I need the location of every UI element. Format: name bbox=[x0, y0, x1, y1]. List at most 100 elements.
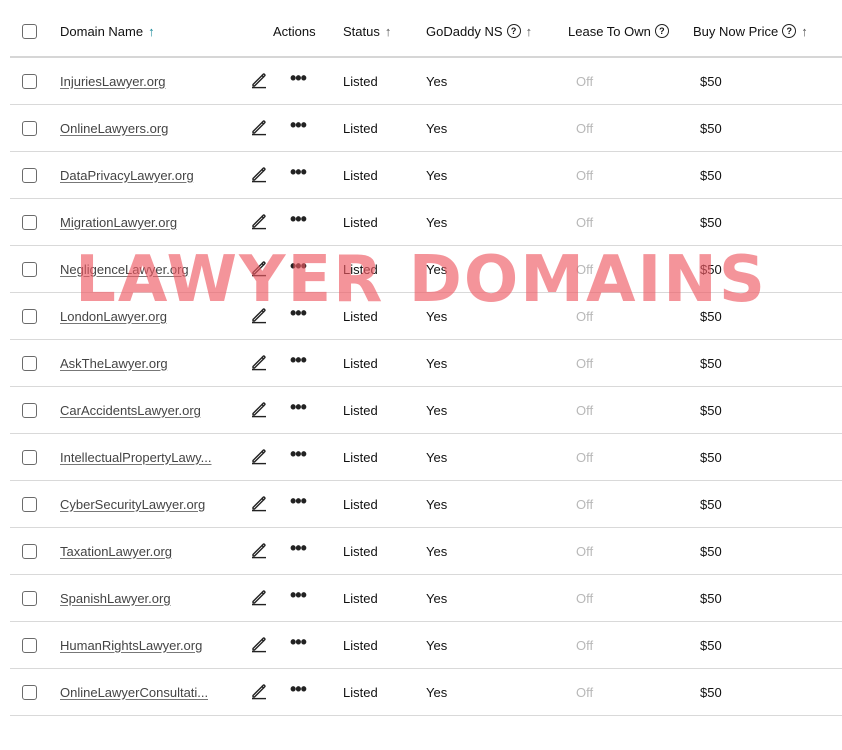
sort-arrow-icon[interactable]: ↑ bbox=[385, 24, 392, 39]
more-actions-icon[interactable]: ••• bbox=[290, 445, 307, 463]
godaddy-ns-cell: Yes bbox=[426, 575, 447, 621]
edit-cell bbox=[250, 340, 268, 386]
row-checkbox-cell bbox=[22, 340, 37, 386]
row-checkbox[interactable] bbox=[22, 73, 37, 89]
status-cell: Listed bbox=[343, 340, 378, 386]
row-checkbox[interactable] bbox=[22, 449, 37, 465]
lease-cell: Off bbox=[568, 340, 593, 386]
pencil-edit-icon[interactable] bbox=[250, 541, 268, 562]
col-status[interactable]: Status ↑ bbox=[343, 0, 391, 56]
row-checkbox[interactable] bbox=[22, 120, 37, 136]
more-cell: ••• bbox=[290, 481, 307, 527]
row-checkbox[interactable] bbox=[22, 590, 37, 606]
domain-cell: HumanRightsLawyer.org bbox=[60, 622, 202, 668]
row-checkbox[interactable] bbox=[22, 684, 37, 700]
pencil-edit-icon[interactable] bbox=[250, 494, 268, 515]
row-checkbox[interactable] bbox=[22, 637, 37, 653]
domain-link[interactable]: HumanRightsLawyer.org bbox=[60, 638, 202, 653]
select-all-checkbox[interactable] bbox=[22, 23, 37, 39]
pencil-edit-icon[interactable] bbox=[250, 682, 268, 703]
status-value: Listed bbox=[343, 449, 378, 465]
domain-link[interactable]: CarAccidentsLawyer.org bbox=[60, 403, 201, 418]
domain-link[interactable]: SpanishLawyer.org bbox=[60, 591, 171, 606]
pencil-edit-icon[interactable] bbox=[250, 259, 268, 280]
domain-link[interactable]: LondonLawyer.org bbox=[60, 309, 167, 324]
domain-link[interactable]: CyberSecurityLawyer.org bbox=[60, 497, 205, 512]
table-header: Domain Name ↑ Actions Status ↑ GoDaddy N… bbox=[10, 0, 842, 58]
domain-link[interactable]: MigrationLawyer.org bbox=[60, 215, 177, 230]
more-actions-icon[interactable]: ••• bbox=[290, 257, 307, 275]
more-actions-icon[interactable]: ••• bbox=[290, 163, 307, 181]
row-checkbox[interactable] bbox=[22, 402, 37, 418]
domain-link[interactable]: OnlineLawyers.org bbox=[60, 121, 168, 136]
more-actions-icon[interactable]: ••• bbox=[290, 539, 307, 557]
more-actions-icon[interactable]: ••• bbox=[290, 69, 307, 87]
pencil-edit-icon[interactable] bbox=[250, 353, 268, 374]
row-checkbox[interactable] bbox=[22, 261, 37, 277]
sort-arrow-icon[interactable]: ↑ bbox=[148, 24, 155, 39]
more-actions-icon[interactable]: ••• bbox=[290, 351, 307, 369]
godaddy-ns-value: Yes bbox=[426, 167, 448, 183]
row-checkbox[interactable] bbox=[22, 496, 37, 512]
table-row: DataPrivacyLawyer.org ••• Listed Yes Off… bbox=[10, 152, 842, 199]
status-value: Listed bbox=[343, 120, 378, 136]
buy-now-price-value: $50 bbox=[700, 308, 722, 324]
price-cell: $50 bbox=[693, 58, 722, 104]
col-buy-now-price[interactable]: Buy Now Price ? ↑ bbox=[693, 0, 808, 56]
pencil-edit-icon[interactable] bbox=[250, 306, 268, 327]
more-actions-icon[interactable]: ••• bbox=[290, 210, 307, 228]
pencil-edit-icon[interactable] bbox=[250, 447, 268, 468]
more-actions-icon[interactable]: ••• bbox=[290, 398, 307, 416]
table-row: TaxationLawyer.org ••• Listed Yes Off $5… bbox=[10, 528, 842, 575]
buy-now-price-value: $50 bbox=[700, 167, 722, 183]
price-cell: $50 bbox=[693, 340, 722, 386]
pencil-edit-icon[interactable] bbox=[250, 588, 268, 609]
more-actions-icon[interactable]: ••• bbox=[290, 680, 307, 698]
domain-cell: SpanishLawyer.org bbox=[60, 575, 171, 621]
col-domain-name[interactable]: Domain Name ↑ bbox=[60, 0, 155, 56]
row-checkbox[interactable] bbox=[22, 355, 37, 371]
domain-cell: IntellectualPropertyLawy... bbox=[60, 434, 212, 480]
row-checkbox[interactable] bbox=[22, 543, 37, 559]
domain-link[interactable]: NegligenceLawyer.org bbox=[60, 262, 189, 277]
edit-cell bbox=[250, 246, 268, 292]
pencil-edit-icon[interactable] bbox=[250, 118, 268, 139]
row-checkbox[interactable] bbox=[22, 167, 37, 183]
sort-arrow-icon[interactable]: ↑ bbox=[526, 24, 533, 39]
domain-link[interactable]: TaxationLawyer.org bbox=[60, 544, 172, 559]
sort-arrow-icon[interactable]: ↑ bbox=[801, 24, 808, 39]
status-cell: Listed bbox=[343, 434, 378, 480]
help-circle-icon[interactable]: ? bbox=[654, 24, 669, 38]
more-actions-icon[interactable]: ••• bbox=[290, 492, 307, 510]
godaddy-ns-cell: Yes bbox=[426, 434, 447, 480]
more-actions-icon[interactable]: ••• bbox=[290, 586, 307, 604]
godaddy-ns-cell: Yes bbox=[426, 387, 447, 433]
godaddy-ns-cell: Yes bbox=[426, 199, 447, 245]
domain-link[interactable]: IntellectualPropertyLawy... bbox=[60, 450, 212, 465]
more-actions-icon[interactable]: ••• bbox=[290, 633, 307, 651]
more-actions-icon[interactable]: ••• bbox=[290, 304, 307, 322]
help-circle-icon[interactable]: ? bbox=[782, 24, 797, 38]
help-circle-icon[interactable]: ? bbox=[506, 24, 521, 38]
pencil-edit-icon[interactable] bbox=[250, 635, 268, 656]
domain-link[interactable]: InjuriesLawyer.org bbox=[60, 74, 166, 89]
row-checkbox-cell bbox=[22, 199, 37, 245]
pencil-edit-icon[interactable] bbox=[250, 71, 268, 92]
status-value: Listed bbox=[343, 214, 378, 230]
row-checkbox-cell bbox=[22, 434, 37, 480]
row-checkbox[interactable] bbox=[22, 308, 37, 324]
domain-link[interactable]: AskTheLawyer.org bbox=[60, 356, 168, 371]
pencil-edit-icon[interactable] bbox=[250, 400, 268, 421]
buy-now-price-value: $50 bbox=[700, 73, 722, 89]
status-value: Listed bbox=[343, 590, 378, 606]
row-checkbox[interactable] bbox=[22, 214, 37, 230]
more-actions-icon[interactable]: ••• bbox=[290, 116, 307, 134]
pencil-edit-icon[interactable] bbox=[250, 165, 268, 186]
domain-link[interactable]: DataPrivacyLawyer.org bbox=[60, 168, 194, 183]
domain-link[interactable]: OnlineLawyerConsultati... bbox=[60, 685, 208, 700]
row-checkbox-cell bbox=[22, 152, 37, 198]
pencil-edit-icon[interactable] bbox=[250, 212, 268, 233]
table-row: IntellectualPropertyLawy... ••• Listed Y… bbox=[10, 434, 842, 481]
col-godaddy-ns[interactable]: GoDaddy NS ? ↑ bbox=[426, 0, 532, 56]
table-row: NegligenceLawyer.org ••• Listed Yes Off … bbox=[10, 246, 842, 293]
